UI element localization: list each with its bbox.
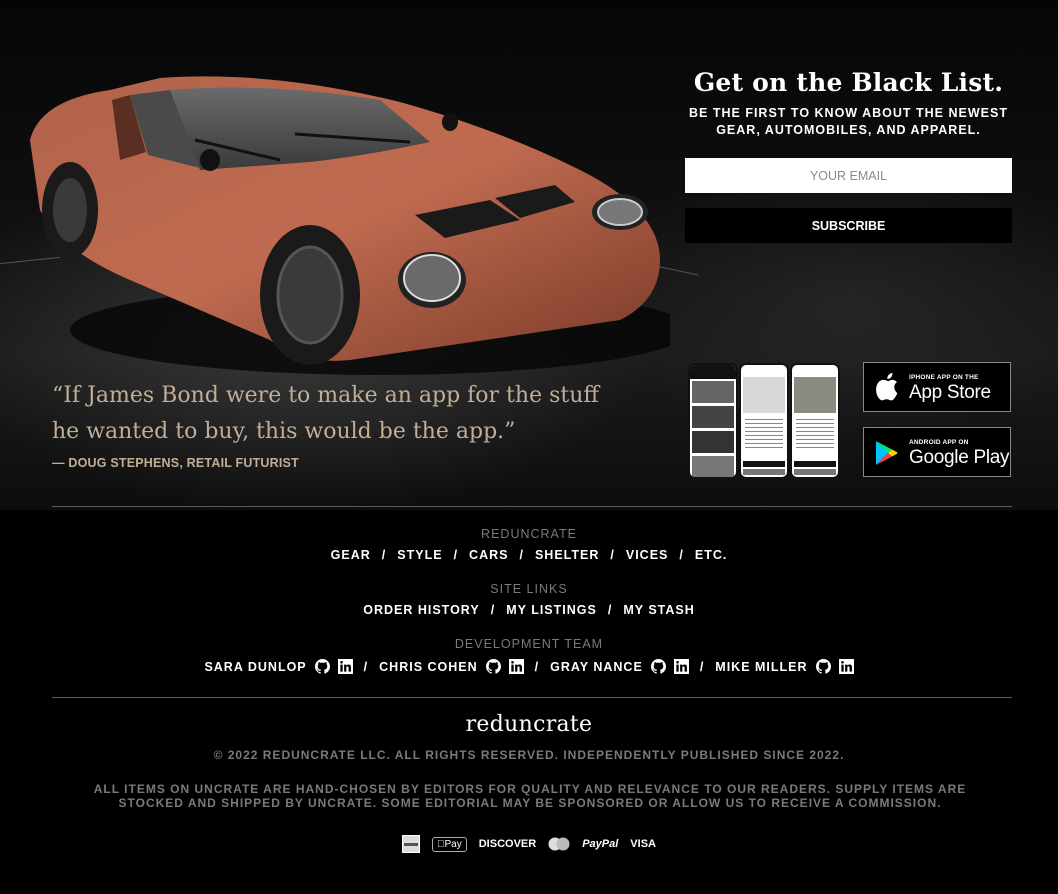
footer-link-my-listings[interactable]: MY LISTINGS xyxy=(506,603,597,617)
footer-link-style[interactable]: STYLE xyxy=(397,548,442,562)
section-heading: SITE LINKS xyxy=(490,582,568,596)
team-member: MIKE MILLER xyxy=(715,659,854,674)
separator: / xyxy=(519,548,524,562)
newsletter-subtitle-line: GEAR, AUTOMOBILES, AND APPAREL. xyxy=(716,123,981,137)
app-store-caption: IPHONE APP ON THE xyxy=(909,374,979,381)
separator: / xyxy=(534,659,540,674)
footer-logo[interactable]: reduncrate xyxy=(0,712,1058,737)
paypal-icon: PayPal xyxy=(578,838,618,850)
footer-section-site-links: SITE LINKS ORDER HISTORY / MY LISTINGS / MY … xyxy=(0,582,1058,617)
footer-link-etc[interactable]: ETC. xyxy=(695,548,727,562)
github-icon[interactable] xyxy=(314,659,330,674)
separator: / xyxy=(610,548,615,562)
member-name: GRAY NANCE xyxy=(550,659,643,674)
hero-section: Get on the Black List. BE THE FIRST TO K… xyxy=(0,0,1058,510)
payment-methods: Pay DISCOVER PayPal VISA xyxy=(0,835,1058,853)
car-image xyxy=(30,76,670,375)
footer-link-order-history[interactable]: ORDER HISTORY xyxy=(363,603,480,617)
app-screenshots xyxy=(688,363,840,480)
section-heading: REDUNCRATE xyxy=(481,527,577,541)
testimonial-quote: “If James Bond were to make an app for t… xyxy=(52,378,652,470)
newsletter-title: Get on the Black List. xyxy=(693,68,1004,97)
category-links: GEAR / STYLE / CARS / SHELTER / VICES / ETC. xyxy=(0,548,1058,562)
footer-section-reduncrate: REDUNCRATE GEAR / STYLE / CARS / SHELTER / VICES… xyxy=(0,527,1058,562)
phone-screenshot xyxy=(739,363,789,479)
apple-icon xyxy=(876,373,898,401)
google-play-icon xyxy=(876,441,898,465)
team-list: SARA DUNLOP / CHRIS COHEN / GRAY NANCE /… xyxy=(0,659,1058,674)
linkedin-icon[interactable] xyxy=(337,659,353,674)
disclaimer-text: ALL ITEMS ON UNCRATE ARE HAND-CHOSEN BY … xyxy=(93,782,967,810)
separator: / xyxy=(607,603,613,617)
quote-text: “If James Bond were to make an app for t… xyxy=(52,378,652,450)
team-member: SARA DUNLOP xyxy=(204,659,353,674)
apple-pay-label: Pay xyxy=(440,838,462,850)
section-heading: DEVELOPMENT TEAM xyxy=(454,637,604,651)
team-member: CHRIS COHEN xyxy=(379,659,524,674)
app-store-button[interactable]: IPHONE APP ON THE App Store xyxy=(863,362,1011,412)
amex-icon xyxy=(402,835,420,853)
separator: / xyxy=(679,548,684,562)
apple-glyph:  xyxy=(437,839,445,850)
github-icon[interactable] xyxy=(485,659,501,674)
footer-link-my-stash[interactable]: MY STASH xyxy=(623,603,694,617)
quote-line: “If James Bond were to make an app for t… xyxy=(52,383,600,408)
member-name: CHRIS COHEN xyxy=(379,659,478,674)
copyright-text: © 2022 REDUNCRATE LLC. ALL RIGHTS RESERV… xyxy=(213,748,845,762)
newsletter-signup: Get on the Black List. BE THE FIRST TO K… xyxy=(685,66,1012,243)
google-play-label: Google Play xyxy=(909,447,1010,468)
footer-section-dev-team: DEVELOPMENT TEAM SARA DUNLOP / CHRIS COH… xyxy=(0,637,1058,674)
footer-link-vices[interactable]: VICES xyxy=(626,548,669,562)
github-icon[interactable] xyxy=(815,659,831,674)
google-play-button[interactable]: ANDROID APP ON Google Play xyxy=(863,427,1011,477)
google-play-caption: ANDROID APP ON xyxy=(909,439,969,446)
app-store-label: App Store xyxy=(909,382,991,403)
quote-line: he wanted to buy, this would be the app.… xyxy=(52,419,516,444)
quote-attribution: — DOUG STEPHENS, RETAIL FUTURIST xyxy=(52,456,299,470)
email-input[interactable] xyxy=(685,158,1012,193)
footer-link-gear[interactable]: GEAR xyxy=(331,548,371,562)
team-member: GRAY NANCE xyxy=(550,659,689,674)
separator: / xyxy=(453,548,459,562)
mastercard-icon xyxy=(548,837,570,851)
separator: / xyxy=(381,548,387,562)
newsletter-subtitle: BE THE FIRST TO KNOW ABOUT THE NEWEST GE… xyxy=(685,105,1012,139)
footer-link-shelter[interactable]: SHELTER xyxy=(535,548,599,562)
discover-icon: DISCOVER xyxy=(474,838,536,850)
subscribe-button[interactable]: SUBSCRIBE xyxy=(685,208,1012,243)
separator: / xyxy=(363,659,369,674)
footer-link-cars[interactable]: CARS xyxy=(469,548,508,562)
linkedin-icon[interactable] xyxy=(673,659,689,674)
member-name: SARA DUNLOP xyxy=(204,659,307,674)
separator: / xyxy=(699,659,705,674)
footer-divider xyxy=(52,506,1012,507)
separator: / xyxy=(490,603,496,617)
member-name: MIKE MILLER xyxy=(715,659,808,674)
linkedin-icon[interactable] xyxy=(508,659,524,674)
apple-pay-icon: Pay xyxy=(432,836,467,852)
phone-screenshot xyxy=(688,363,738,479)
linkedin-icon[interactable] xyxy=(838,659,854,674)
visa-icon: VISA xyxy=(626,838,656,850)
newsletter-subtitle-line: BE THE FIRST TO KNOW ABOUT THE NEWEST xyxy=(689,106,1008,120)
site-links: ORDER HISTORY / MY LISTINGS / MY STASH xyxy=(0,603,1058,617)
phone-screenshot xyxy=(790,363,840,479)
footer-divider xyxy=(52,697,1012,698)
github-icon[interactable] xyxy=(650,659,666,674)
